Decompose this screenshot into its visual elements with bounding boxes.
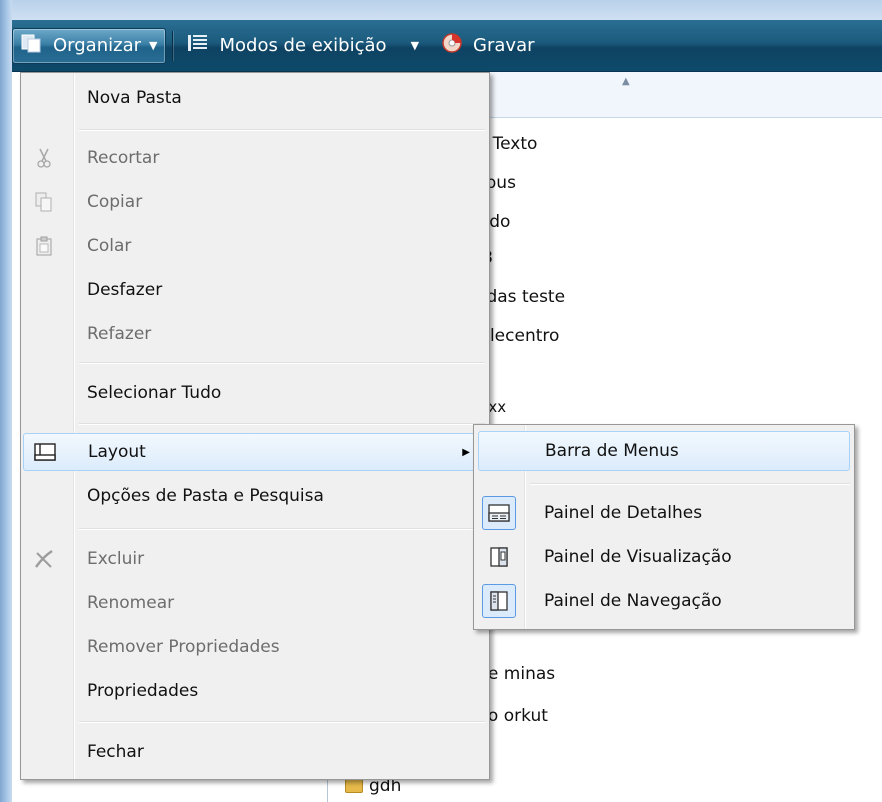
menu-item-label: Remover Propriedades [87, 637, 280, 657]
layout-submenu: Barra de Menus Painel de Detalhes Painel… [473, 424, 855, 630]
menu-item-label: Fechar [87, 742, 144, 762]
navigation-pane-icon [482, 584, 516, 618]
menu-item-close[interactable]: Fechar [23, 733, 487, 771]
submenu-item-details-pane[interactable]: Painel de Detalhes [478, 493, 850, 533]
menu-item-label: Layout [88, 442, 146, 462]
menu-item-copy[interactable]: Copiar [23, 183, 487, 221]
menu-item-folder-options[interactable]: Opções de Pasta e Pesquisa [23, 477, 487, 515]
menu-separator [530, 483, 850, 485]
chevron-down-icon[interactable]: ▼ [411, 39, 419, 52]
menu-item-label: Nova Pasta [87, 88, 182, 108]
menu-item-redo[interactable]: Refazer [23, 315, 487, 353]
menu-item-select-all[interactable]: Selecionar Tudo [23, 374, 487, 412]
menu-item-cut[interactable]: Recortar [23, 139, 487, 177]
submenu-item-navigation-pane[interactable]: Painel de Navegação [478, 581, 850, 621]
chevron-down-icon: ▼ [149, 39, 158, 52]
menu-item-label: Excluir [87, 549, 145, 569]
menu-item-label: Painel de Visualização [544, 547, 732, 567]
window-left-frame [0, 0, 12, 802]
clipboard-icon [31, 233, 57, 259]
views-label: Modos de exibição [219, 35, 387, 56]
copy-icon [31, 189, 57, 215]
window-top-frame [0, 0, 882, 20]
layout-icon [32, 439, 58, 465]
folder-icon [345, 779, 363, 793]
submenu-item-menu-bar[interactable]: Barra de Menus [478, 431, 850, 471]
views-icon [187, 33, 209, 58]
menu-item-paste[interactable]: Colar [23, 227, 487, 265]
column-header[interactable]: ▲ [490, 72, 882, 118]
organize-label: Organizar [53, 35, 141, 56]
menu-item-label: Recortar [87, 148, 160, 168]
toolbar-divider [172, 30, 174, 61]
organize-button[interactable]: Organizar ▼ [12, 27, 167, 64]
menu-separator [79, 528, 485, 530]
organize-menu: Nova Pasta Recortar Copiar Colar Desfaze… [20, 72, 490, 780]
menu-item-label: Painel de Detalhes [544, 503, 703, 523]
menu-item-label: Selecionar Tudo [87, 383, 222, 403]
burn-disc-icon [441, 32, 463, 59]
details-pane-icon [482, 496, 516, 530]
menu-item-delete[interactable]: Excluir [23, 540, 487, 578]
burn-label: Gravar [473, 35, 535, 56]
menu-separator [79, 129, 485, 131]
menu-separator [79, 423, 485, 425]
submenu-arrow-icon: ▶ [462, 446, 470, 458]
menu-separator [79, 721, 485, 723]
menu-item-properties[interactable]: Propriedades [23, 672, 487, 710]
menu-item-undo[interactable]: Desfazer [23, 271, 487, 309]
sort-ascending-icon: ▲ [622, 76, 630, 87]
menu-item-label: Barra de Menus [545, 441, 679, 461]
menu-item-label: Opções de Pasta e Pesquisa [87, 486, 324, 506]
tree-connector [327, 780, 328, 802]
scissors-icon [31, 145, 57, 171]
command-toolbar: Organizar ▼ Modos de exibição ▼ Gravar [12, 20, 882, 72]
organize-icon [21, 33, 43, 58]
menu-item-label: Propriedades [87, 681, 199, 701]
menu-item-rename[interactable]: Renomear [23, 584, 487, 622]
menu-item-label: Renomear [87, 593, 175, 613]
menu-item-label: Painel de Navegação [544, 591, 722, 611]
delete-icon [31, 546, 57, 572]
preview-pane-icon [482, 540, 516, 574]
views-button[interactable]: Modos de exibição ▼ [179, 28, 427, 64]
menu-item-label: Refazer [87, 324, 152, 344]
menu-separator [79, 362, 485, 364]
menu-item-remove-properties[interactable]: Remover Propriedades [23, 628, 487, 666]
menu-item-label: Colar [87, 236, 132, 256]
menu-item-label: Copiar [87, 192, 143, 212]
menu-item-label: Desfazer [87, 280, 163, 300]
menu-item-layout[interactable]: Layout ▶ [23, 433, 487, 471]
burn-button[interactable]: Gravar [433, 28, 542, 64]
menu-item-new-folder[interactable]: Nova Pasta [23, 79, 487, 117]
submenu-item-preview-pane[interactable]: Painel de Visualização [478, 537, 850, 577]
